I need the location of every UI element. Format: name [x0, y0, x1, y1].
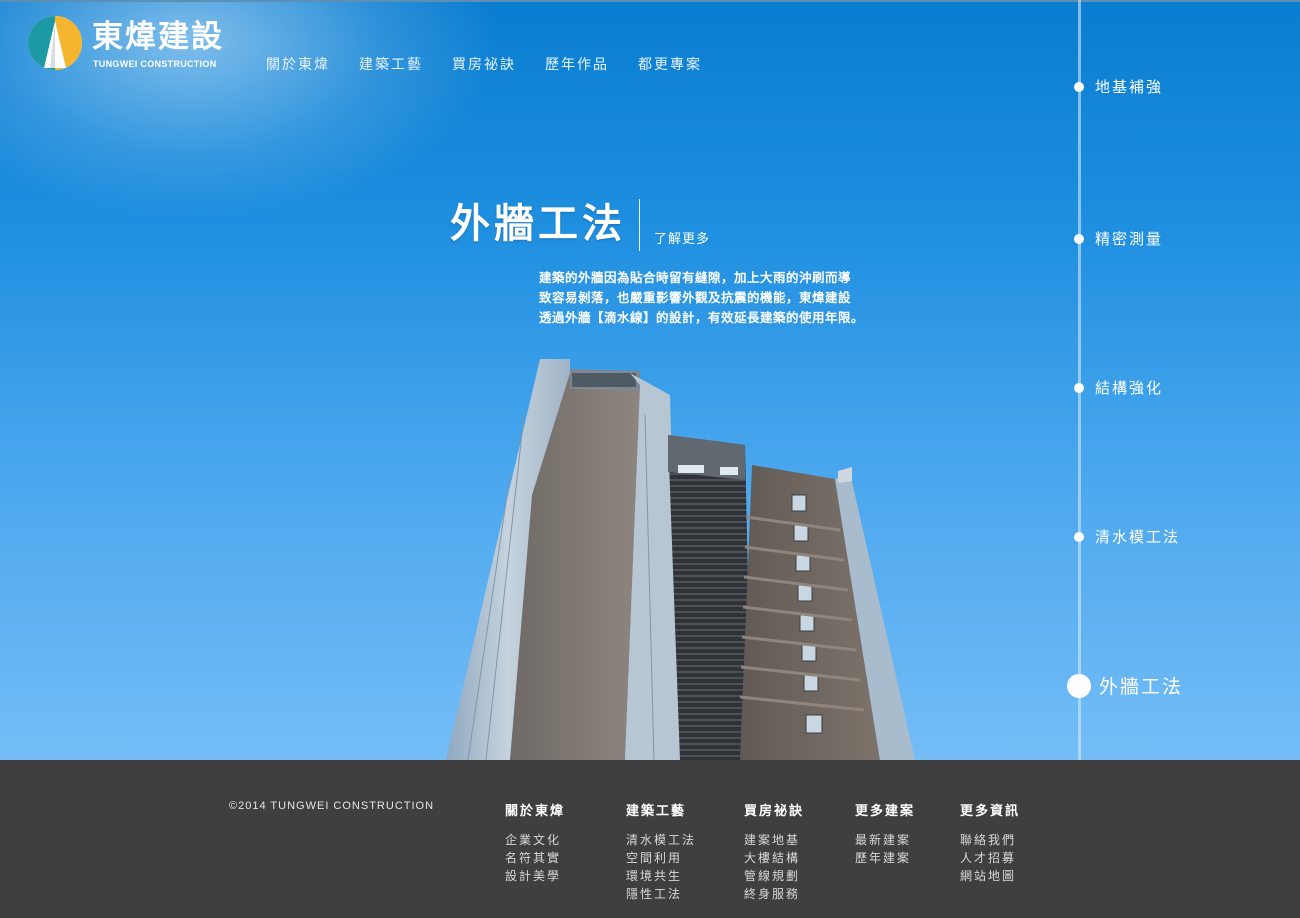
timeline-item-structure[interactable]: 結構強化 [1074, 377, 1163, 398]
footer-column-craft: 建築工藝 清水模工法 空間利用 環境共生 隱性工法 [626, 800, 696, 903]
top-border [0, 0, 1300, 2]
footer-column-title[interactable]: 更多建案 [855, 800, 915, 819]
footer-column-title[interactable]: 買房祕訣 [744, 800, 804, 819]
description-line: 建築的外牆因為貼合時留有縫隙，加上大雨的沖刷而導 [539, 270, 852, 285]
footer: ©2014 TUNGWEI CONSTRUCTION 關於東煒 企業文化 名符其… [0, 760, 1300, 918]
footer-link[interactable]: 聯絡我們 [960, 831, 1020, 849]
description-line: 透過外牆【滴水線】的設計，有效延長建築的使用年限。 [539, 310, 865, 325]
timeline-dot [1074, 81, 1084, 92]
footer-link[interactable]: 網站地圖 [960, 867, 1020, 885]
timeline-item-fairfaced-concrete[interactable]: 清水模工法 [1074, 526, 1180, 547]
footer-column-info: 更多資訊 聯絡我們 人才招募 網站地圖 [960, 800, 1020, 885]
timeline-dot [1074, 382, 1084, 393]
footer-column-title[interactable]: 建築工藝 [626, 800, 696, 819]
footer-link[interactable]: 人才招募 [960, 849, 1020, 867]
footer-link[interactable]: 大樓結構 [744, 849, 804, 867]
footer-column-title[interactable]: 關於東煒 [505, 800, 565, 819]
timeline-item-foundation[interactable]: 地基補強 [1074, 76, 1163, 97]
timeline-label: 清水模工法 [1095, 528, 1181, 546]
footer-link[interactable]: 環境共生 [626, 867, 696, 885]
logo-name-cn: 東煒建設 [92, 19, 224, 55]
building-image [446, 359, 915, 760]
nav-item-tips[interactable]: 買房祕訣 [452, 54, 516, 74]
nav-item-works[interactable]: 歷年作品 [545, 54, 609, 74]
footer-column-about: 關於東煒 企業文化 名符其實 設計美學 [505, 800, 565, 885]
timeline-label: 精密測量 [1095, 230, 1164, 248]
nav-item-renewal[interactable]: 都更專案 [638, 54, 702, 74]
hero-section: 東煒建設 TUNGWEI CONSTRUCTION 關於東煒 建築工藝 買房祕訣… [0, 0, 1300, 760]
footer-link[interactable]: 名符其實 [505, 849, 565, 867]
footer-link[interactable]: 建案地基 [744, 831, 804, 849]
timeline-dot [1074, 233, 1084, 244]
learn-more-link[interactable]: 了解更多 [654, 228, 710, 247]
logo[interactable]: 東煒建設 TUNGWEI CONSTRUCTION [28, 16, 228, 72]
hero-title: 外牆工法 [450, 201, 626, 247]
footer-link[interactable]: 最新建案 [855, 831, 915, 849]
copyright: ©2014 TUNGWEI CONSTRUCTION [229, 800, 435, 812]
timeline-label: 地基補強 [1095, 78, 1164, 96]
footer-link[interactable]: 隱性工法 [626, 885, 696, 903]
timeline-item-exterior-wall[interactable]: 外牆工法 [1067, 672, 1183, 699]
nav-item-craft[interactable]: 建築工藝 [359, 54, 423, 74]
footer-link[interactable]: 管線規劃 [744, 867, 804, 885]
footer-link[interactable]: 終身服務 [744, 885, 804, 903]
footer-link[interactable]: 設計美學 [505, 867, 565, 885]
footer-column-title[interactable]: 更多資訊 [960, 800, 1020, 819]
footer-link[interactable]: 企業文化 [505, 831, 565, 849]
description-line: 致容易剝落，也嚴重影響外觀及抗震的機能，東煒建設 [539, 290, 852, 305]
footer-link[interactable]: 歷年建案 [855, 849, 915, 867]
title-divider [639, 199, 640, 251]
timeline-dot-active [1067, 673, 1091, 698]
timeline-label: 結構強化 [1095, 379, 1164, 397]
footer-column-tips: 買房祕訣 建案地基 大樓結構 管線規劃 終身服務 [744, 800, 804, 903]
logo-name-en: TUNGWEI CONSTRUCTION [93, 59, 217, 69]
nav-item-about[interactable]: 關於東煒 [266, 54, 330, 74]
timeline-dot [1074, 531, 1084, 542]
timeline-label: 外牆工法 [1099, 676, 1184, 698]
hero-description: 建築的外牆因為貼合時留有縫隙，加上大雨的沖刷而導 致容易剝落，也嚴重影響外觀及抗… [539, 268, 919, 328]
footer-link[interactable]: 清水模工法 [626, 831, 696, 849]
main-nav: 關於東煒 建築工藝 買房祕訣 歷年作品 都更專案 [266, 54, 731, 74]
logo-mark-icon [28, 16, 82, 70]
timeline-item-measurement[interactable]: 精密測量 [1074, 228, 1163, 249]
footer-link[interactable]: 空間利用 [626, 849, 696, 867]
footer-column-projects: 更多建案 最新建案 歷年建案 [855, 800, 915, 867]
